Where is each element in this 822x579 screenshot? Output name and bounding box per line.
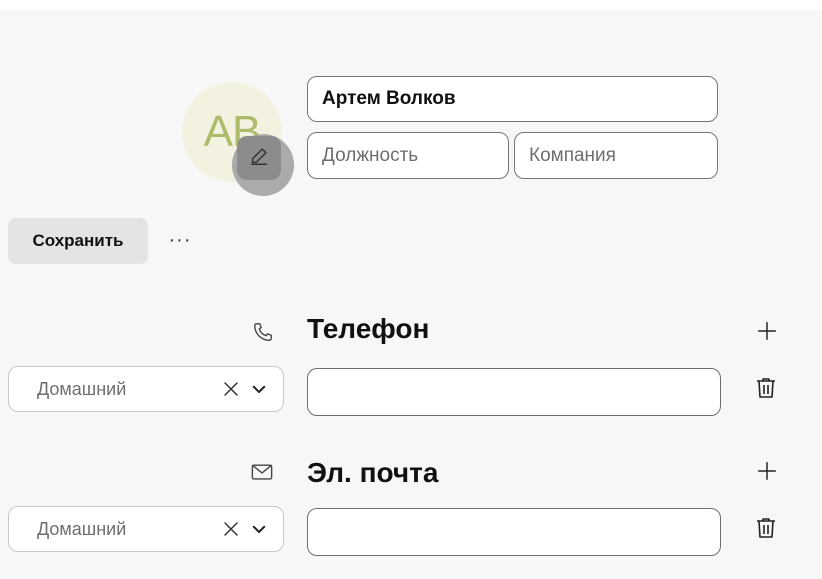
mail-icon	[250, 460, 274, 484]
email-section-title: Эл. почта	[307, 457, 439, 488]
pencil-icon	[248, 145, 270, 172]
chevron-down-icon[interactable]	[245, 515, 273, 543]
clear-icon[interactable]	[217, 515, 245, 543]
email-type-select[interactable]: Домашний	[8, 506, 284, 552]
trash-icon	[756, 377, 776, 404]
save-button[interactable]: Сохранить	[8, 218, 148, 264]
clear-icon[interactable]	[217, 375, 245, 403]
edit-avatar-control[interactable]	[237, 136, 281, 180]
add-email-button[interactable]	[752, 458, 782, 488]
email-value-input[interactable]	[307, 508, 721, 556]
plus-icon	[756, 460, 778, 487]
phone-type-select[interactable]: Домашний	[8, 366, 284, 412]
top-strip	[0, 0, 822, 10]
more-options-button[interactable]: ···	[166, 228, 194, 252]
company-field[interactable]: Компания	[514, 132, 718, 179]
job-title-field[interactable]: Должность	[307, 132, 509, 179]
chevron-down-icon[interactable]	[245, 375, 273, 403]
phone-icon	[251, 320, 275, 344]
add-phone-button[interactable]	[752, 318, 782, 348]
name-field[interactable]: Артем Волков	[307, 76, 718, 122]
name-value: Артем Волков	[322, 88, 456, 109]
phone-type-label: Домашний	[37, 378, 127, 399]
delete-phone-button[interactable]	[753, 375, 779, 405]
phone-section-title: Телефон	[307, 313, 430, 344]
email-type-label: Домашний	[37, 518, 127, 539]
company-placeholder: Компания	[529, 144, 616, 166]
delete-email-button[interactable]	[753, 515, 779, 545]
job-title-placeholder: Должность	[322, 144, 419, 166]
trash-icon	[756, 517, 776, 544]
plus-icon	[756, 320, 778, 347]
phone-value-input[interactable]	[307, 368, 721, 416]
